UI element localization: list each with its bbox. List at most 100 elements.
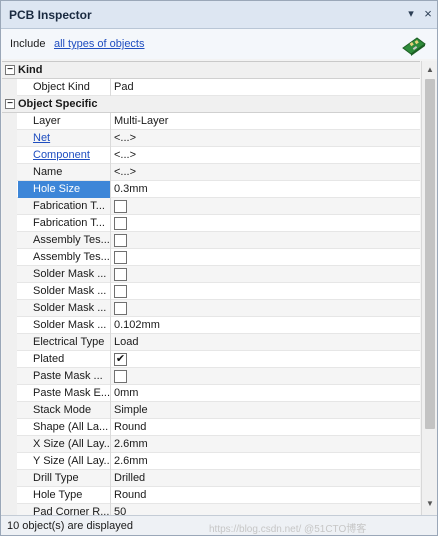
property-row-pad-corner-radius[interactable]: Pad Corner R... 50: [2, 504, 420, 515]
property-name: X Size (All Lay...: [18, 436, 111, 453]
plated-checkbox[interactable]: ✔: [114, 353, 127, 366]
property-name: Shape (All La...: [18, 419, 111, 436]
category-label: Kind: [18, 64, 43, 76]
property-row-fabrication-bottom[interactable]: Fabrication T...: [2, 215, 420, 232]
vertical-scrollbar[interactable]: ▲ ▼: [421, 61, 437, 515]
property-row-hole-type[interactable]: Hole Type Round: [2, 487, 420, 504]
row-gutter: [2, 181, 17, 198]
property-value[interactable]: 50: [114, 504, 414, 515]
property-value[interactable]: <...>: [114, 147, 414, 164]
property-row-paste-mask-expansion[interactable]: Paste Mask E... 0mm: [2, 385, 420, 402]
component-link[interactable]: Component: [18, 147, 111, 164]
include-filter-bar: Include all types of objects: [1, 29, 437, 59]
row-gutter: [2, 232, 17, 249]
pcb-inspector-panel: PCB Inspector ▾ × Include all types of o…: [0, 0, 438, 536]
property-row-net[interactable]: Net <...>: [2, 130, 420, 147]
property-name: Paste Mask ...: [18, 368, 111, 385]
property-row-solder-mask-2[interactable]: Solder Mask ...: [2, 283, 420, 300]
property-row-assembly-top[interactable]: Assembly Tes...: [2, 232, 420, 249]
property-name: Solder Mask ...: [18, 283, 111, 300]
property-checkbox[interactable]: [114, 302, 127, 315]
property-value[interactable]: Pad: [114, 79, 414, 96]
property-row-assembly-bottom[interactable]: Assembly Tes...: [2, 249, 420, 266]
property-name: Fabrication T...: [18, 198, 111, 215]
property-checkbox[interactable]: [114, 217, 127, 230]
row-gutter: [2, 300, 17, 317]
property-value[interactable]: <...>: [114, 130, 414, 147]
property-name: Pad Corner R...: [18, 504, 111, 515]
property-value[interactable]: 2.6mm: [114, 453, 414, 470]
property-value[interactable]: Simple: [114, 402, 414, 419]
category-kind[interactable]: − Kind: [2, 62, 420, 79]
property-checkbox[interactable]: [114, 268, 127, 281]
property-value[interactable]: 2.6mm: [114, 436, 414, 453]
property-value[interactable]: Load: [114, 334, 414, 351]
collapse-icon[interactable]: −: [5, 99, 15, 109]
property-row-fabrication-top[interactable]: Fabrication T...: [2, 198, 420, 215]
property-checkbox[interactable]: [114, 285, 127, 298]
row-gutter: [2, 385, 17, 402]
row-gutter: [2, 113, 17, 130]
property-value[interactable]: Round: [114, 419, 414, 436]
panel-title: PCB Inspector: [9, 8, 92, 22]
row-gutter: [2, 317, 17, 334]
panel-titlebar: PCB Inspector ▾ ×: [1, 1, 437, 29]
property-row-layer[interactable]: Layer Multi-Layer: [2, 113, 420, 130]
object-types-link[interactable]: all types of objects: [54, 38, 145, 50]
row-gutter: [2, 402, 17, 419]
row-gutter: [2, 147, 17, 164]
row-gutter: [2, 198, 17, 215]
property-value[interactable]: 0.102mm: [114, 317, 414, 334]
property-row-paste-mask[interactable]: Paste Mask ...: [2, 368, 420, 385]
row-gutter: [2, 249, 17, 266]
property-checkbox[interactable]: [114, 370, 127, 383]
property-row-stack-mode[interactable]: Stack Mode Simple: [2, 402, 420, 419]
property-checkbox[interactable]: [114, 251, 127, 264]
property-row-solder-mask-1[interactable]: Solder Mask ...: [2, 266, 420, 283]
property-row-hole-size[interactable]: Hole Size 0.3mm: [2, 181, 420, 198]
property-row-solder-mask-3[interactable]: Solder Mask ...: [2, 300, 420, 317]
property-value[interactable]: Multi-Layer: [114, 113, 414, 130]
row-gutter: [2, 283, 17, 300]
scroll-thumb[interactable]: [425, 79, 435, 429]
scroll-up-icon[interactable]: ▲: [425, 65, 435, 75]
property-row-shape[interactable]: Shape (All La... Round: [2, 419, 420, 436]
row-gutter: [2, 334, 17, 351]
close-icon[interactable]: ×: [421, 7, 435, 21]
property-name: Plated: [18, 351, 111, 368]
property-row-electrical-type[interactable]: Electrical Type Load: [2, 334, 420, 351]
property-row-y-size[interactable]: Y Size (All Lay... 2.6mm: [2, 453, 420, 470]
collapse-icon[interactable]: −: [5, 65, 15, 75]
property-value[interactable]: 0.3mm: [114, 181, 414, 198]
property-value[interactable]: Round: [114, 487, 414, 504]
property-name: Name: [18, 164, 111, 181]
property-row-x-size[interactable]: X Size (All Lay... 2.6mm: [2, 436, 420, 453]
net-link[interactable]: Net: [18, 130, 111, 147]
property-row-drill-type[interactable]: Drill Type Drilled: [2, 470, 420, 487]
property-name: Solder Mask ...: [18, 317, 111, 334]
category-label: Object Specific: [18, 98, 98, 110]
property-checkbox[interactable]: [114, 200, 127, 213]
row-gutter: [2, 215, 17, 232]
property-name: Layer: [18, 113, 111, 130]
include-label: Include: [10, 38, 46, 50]
row-gutter: [2, 419, 17, 436]
property-row-name[interactable]: Name <...>: [2, 164, 420, 181]
property-name: Fabrication T...: [18, 215, 111, 232]
property-row-plated[interactable]: Plated ✔: [2, 351, 420, 368]
property-value[interactable]: 0mm: [114, 385, 414, 402]
pin-dropdown-icon[interactable]: ▾: [404, 7, 418, 21]
property-checkbox[interactable]: [114, 234, 127, 247]
property-row-object-kind[interactable]: Object Kind Pad: [2, 79, 420, 96]
property-name: Solder Mask ...: [18, 300, 111, 317]
property-value[interactable]: <...>: [114, 164, 414, 181]
property-name: Electrical Type: [18, 334, 111, 351]
property-grid: − Kind Object Kind Pad − Object Specific…: [2, 61, 420, 515]
property-value[interactable]: Drilled: [114, 470, 414, 487]
row-gutter: [2, 504, 17, 515]
property-row-component[interactable]: Component <...>: [2, 147, 420, 164]
category-object-specific[interactable]: − Object Specific: [2, 96, 420, 113]
row-gutter: [2, 368, 17, 385]
scroll-down-icon[interactable]: ▼: [425, 499, 435, 509]
property-row-solder-mask-expansion[interactable]: Solder Mask ... 0.102mm: [2, 317, 420, 334]
